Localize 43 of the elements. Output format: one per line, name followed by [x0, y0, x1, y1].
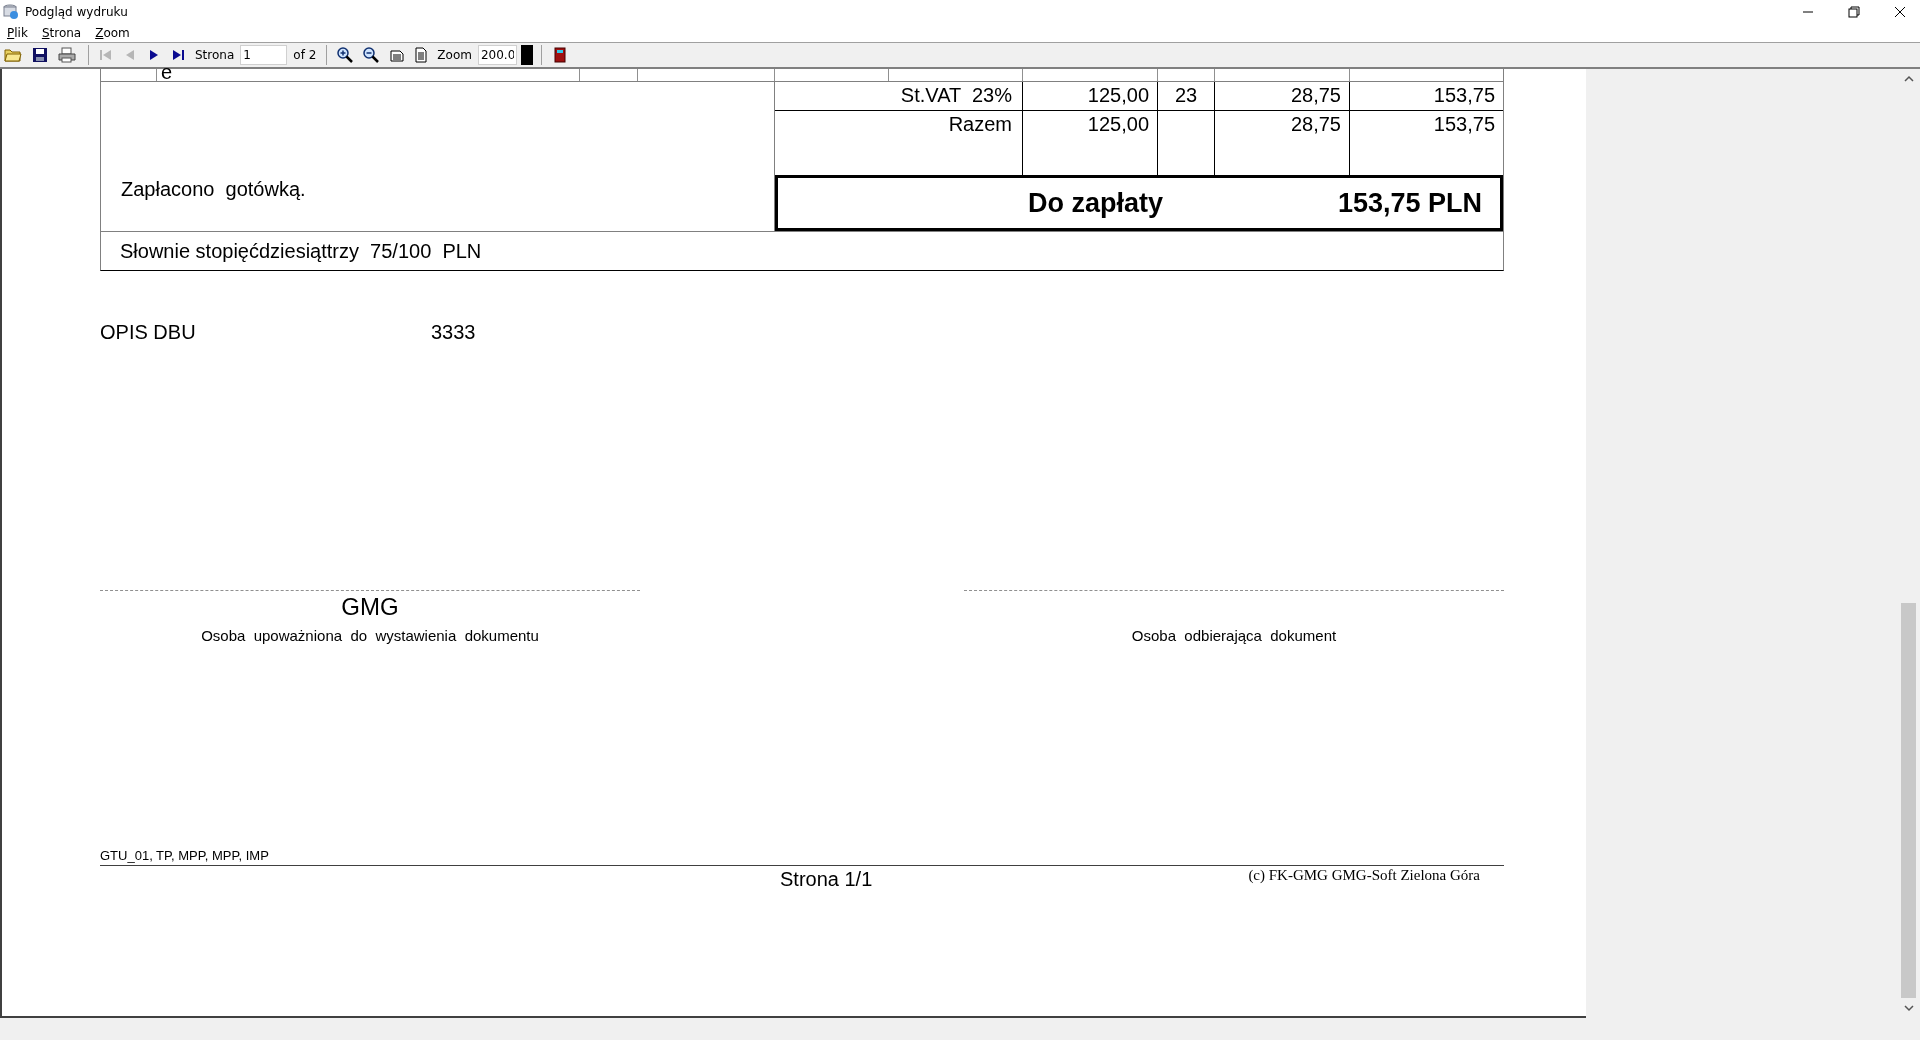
print-icon[interactable]	[56, 46, 78, 64]
close-icon[interactable]	[1894, 6, 1906, 18]
signature-caption: Osoba odbierająca dokument	[1131, 627, 1337, 644]
page-number-field[interactable]: 1	[240, 45, 288, 65]
amount-due-label: Do zapłaty	[1028, 187, 1164, 219]
signer-name: GMG	[341, 593, 399, 622]
description-value: 3333	[431, 321, 476, 344]
table-cell: 125,00	[1023, 111, 1158, 175]
description-label: OPIS DBU	[100, 321, 197, 344]
table-cell: 23	[1158, 82, 1215, 110]
page-label: Strona	[194, 48, 236, 62]
table-cell-text: 153,75	[1432, 112, 1496, 137]
table-cell: 125,00	[1023, 82, 1158, 110]
page-icon[interactable]	[413, 46, 430, 64]
menu-item[interactable]: Strona	[41, 26, 82, 40]
menu-item[interactable]: Zoom	[95, 26, 130, 40]
page-number: Strona 1/1	[780, 868, 873, 891]
folder-icon[interactable]	[2, 46, 24, 64]
restore-icon[interactable]	[1848, 6, 1860, 18]
zoom-field[interactable]: 200.0	[477, 45, 517, 65]
zoom-label: Zoom	[436, 48, 473, 62]
color-swatch[interactable]	[520, 45, 533, 65]
page-count: of 2	[292, 48, 318, 62]
scroll-up-icon[interactable]	[1903, 75, 1914, 83]
copyright-text: (c) FK-GMG GMG-Soft Zielona Góra	[1248, 867, 1480, 884]
exit-door-icon[interactable]	[553, 47, 566, 63]
menu-item[interactable]: Plik	[7, 26, 28, 40]
amount-due-value: 153,75 PLN	[1337, 187, 1482, 219]
save-icon[interactable]	[30, 46, 50, 64]
table-cell: 28,75	[1215, 82, 1350, 110]
table-cell: Razem	[775, 111, 1023, 175]
signature-caption: Osoba upoważniona do wystawienia dokumentu	[201, 627, 539, 644]
scrollbar-thumb[interactable]	[1901, 603, 1916, 998]
window-title: Podgląd wydruku	[25, 5, 128, 19]
table-cell: 28,75	[1215, 111, 1350, 175]
table-cell: St.VAT 23%	[775, 82, 1023, 110]
table-cell: e	[157, 69, 580, 81]
app-icon	[3, 4, 19, 20]
table-cell-text: 153,75	[1432, 83, 1496, 108]
payment-note: Zapłacono gotówką.	[121, 178, 306, 201]
gtu-codes: GTU_01, TP, MPP, MPP, IMP	[100, 848, 270, 865]
scroll-down-icon[interactable]	[1903, 1004, 1914, 1012]
amount-in-words: Słownie stopięćdziesiąttrzy 75/100 PLN	[120, 239, 482, 263]
